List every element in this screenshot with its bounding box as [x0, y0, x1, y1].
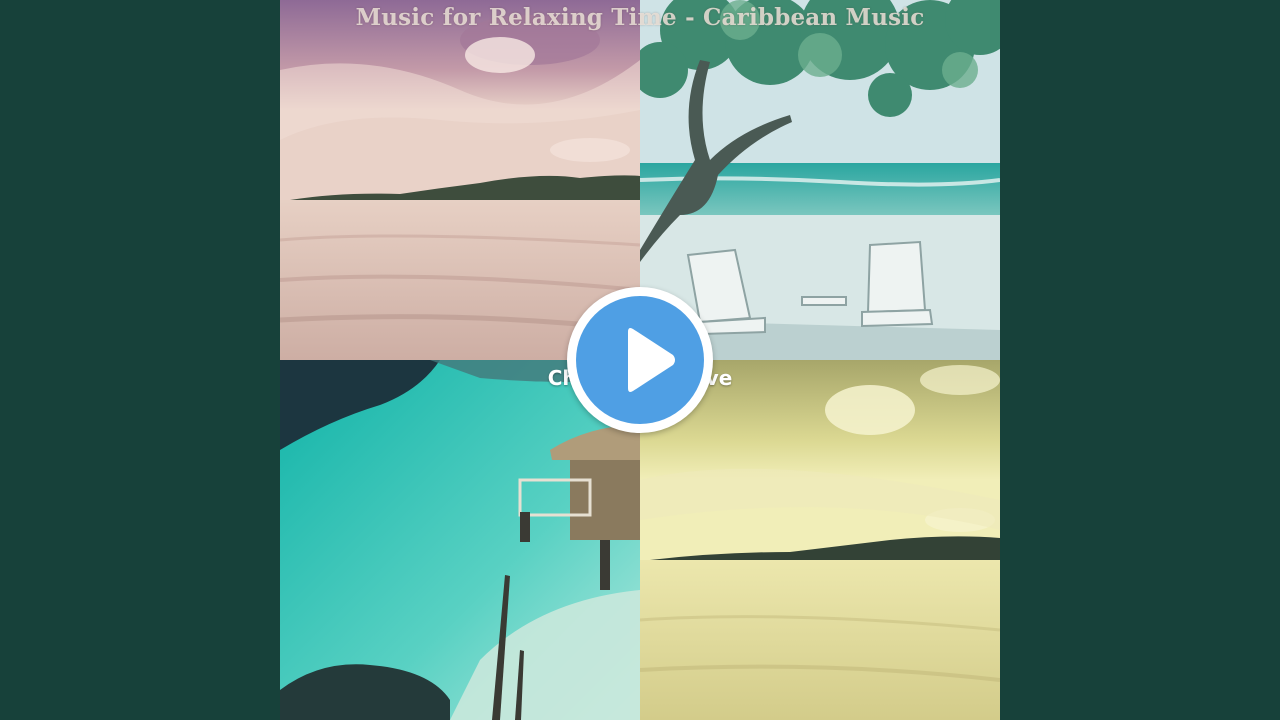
- play-button[interactable]: [567, 287, 713, 433]
- play-button-circle: [576, 296, 704, 424]
- play-icon: [628, 328, 675, 392]
- album-title: Music for Relaxing Time - Caribbean Musi…: [355, 4, 925, 31]
